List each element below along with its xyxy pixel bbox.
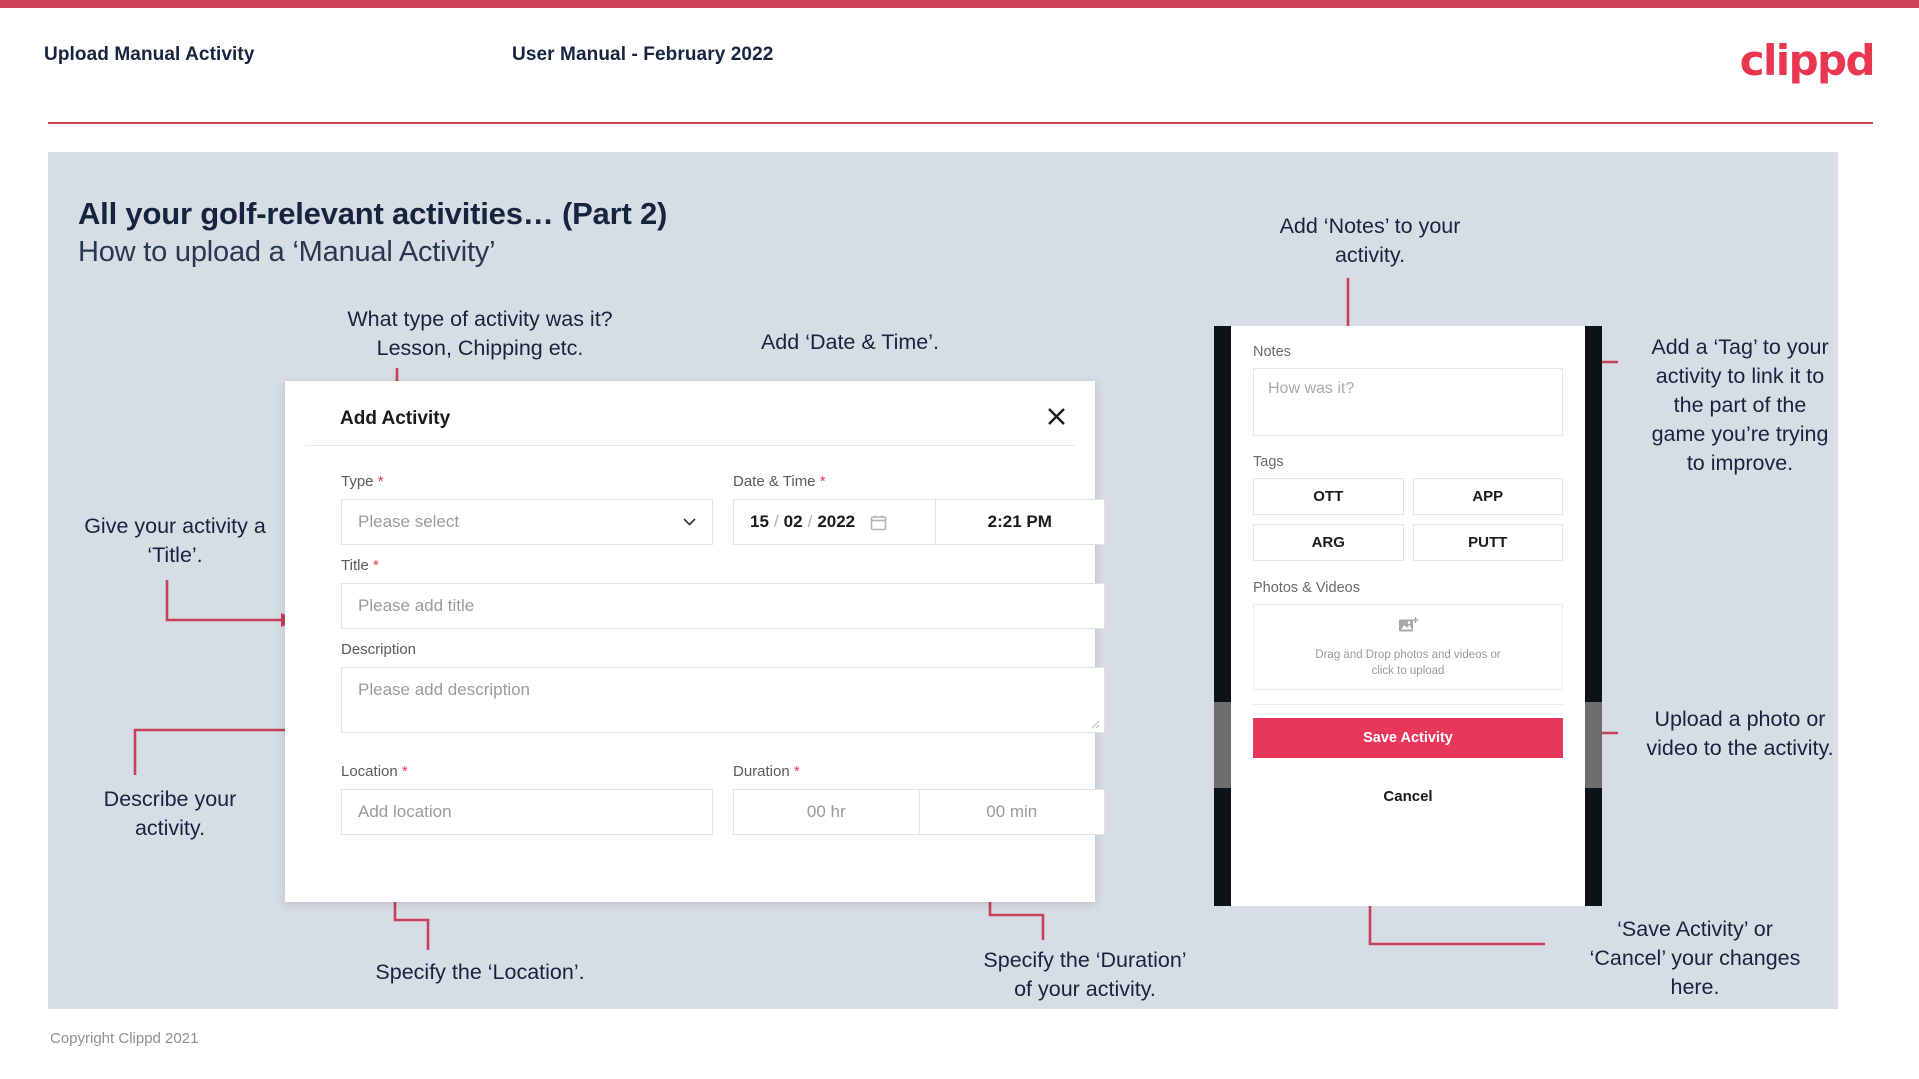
page-subtitle: How to upload a ‘Manual Activity’ bbox=[78, 236, 496, 268]
field-datetime: Date & Time * 15 / 02 / 2022 2:21 PM bbox=[733, 473, 1105, 545]
annotation-datetime: Add ‘Date & Time’. bbox=[760, 330, 940, 354]
location-label: Location * bbox=[341, 763, 713, 780]
date-month: 02 bbox=[783, 512, 803, 531]
type-label-text: Type bbox=[341, 473, 374, 490]
type-label: Type * bbox=[341, 473, 713, 490]
duration-group: 00 hr 00 min bbox=[733, 789, 1105, 835]
annotation-upload: Upload a photo or video to the activity. bbox=[1646, 707, 1834, 760]
photos-videos-label: Photos & Videos bbox=[1253, 580, 1360, 596]
description-label: Description bbox=[341, 641, 417, 658]
cancel-button[interactable]: Cancel bbox=[1253, 776, 1563, 816]
field-description: Description Please add description bbox=[341, 641, 1105, 733]
calendar-icon[interactable] bbox=[870, 514, 887, 531]
annotation-location: Specify the ‘Location’. bbox=[375, 960, 585, 984]
dropzone-line-1: Drag and Drop photos and videos or bbox=[1315, 648, 1501, 661]
header-left-title: Upload Manual Activity bbox=[44, 44, 255, 65]
tags-label: Tags bbox=[1253, 454, 1284, 470]
notes-placeholder: How was it? bbox=[1268, 380, 1355, 397]
annotation-tags: Add a ‘Tag’ to your activity to link it t… bbox=[1651, 335, 1829, 475]
annotation-description: Describe your activity. bbox=[103, 787, 237, 840]
dialog-divider bbox=[305, 445, 1075, 446]
duration-required-asterisk: * bbox=[793, 763, 800, 780]
annotation-title: Give your activity a ‘Title’. bbox=[84, 514, 266, 567]
field-location: Location * Add location bbox=[341, 763, 713, 835]
tag-button-putt[interactable]: PUTT bbox=[1412, 524, 1563, 561]
clippd-logo: clippd bbox=[1739, 36, 1876, 85]
description-placeholder: Please add description bbox=[358, 680, 531, 699]
datetime-group: 15 / 02 / 2022 2:21 PM bbox=[733, 499, 1105, 545]
time-input[interactable]: 2:21 PM bbox=[936, 500, 1105, 544]
annotation-type: What type of activity was it? Lesson, Chi… bbox=[347, 307, 613, 360]
header-center-title: User Manual - February 2022 bbox=[512, 44, 774, 65]
datetime-required-asterisk: * bbox=[819, 473, 826, 490]
field-title: Title * Please add title bbox=[341, 557, 1105, 629]
close-glyph bbox=[1047, 407, 1065, 425]
save-activity-button[interactable]: Save Activity bbox=[1253, 718, 1563, 758]
title-required-asterisk: * bbox=[372, 557, 379, 574]
duration-minutes-input[interactable]: 00 min bbox=[920, 790, 1105, 834]
location-placeholder: Add location bbox=[358, 802, 452, 821]
datetime-label-text: Date & Time bbox=[733, 473, 816, 490]
phone-bezel-left bbox=[1214, 326, 1231, 906]
location-required-asterisk: * bbox=[401, 763, 408, 780]
type-required-asterisk: * bbox=[377, 473, 384, 490]
top-accent-stripe bbox=[0, 0, 1919, 8]
close-icon[interactable] bbox=[1039, 399, 1073, 433]
datetime-label: Date & Time * bbox=[733, 473, 1105, 490]
location-input[interactable]: Add location bbox=[341, 789, 713, 835]
date-sep-2: / bbox=[807, 512, 813, 531]
add-image-icon bbox=[1398, 616, 1419, 640]
location-label-text: Location bbox=[341, 763, 398, 780]
title-placeholder: Please add title bbox=[358, 596, 475, 615]
date-input[interactable]: 15 / 02 / 2022 bbox=[734, 500, 936, 544]
phone-side-button-left bbox=[1214, 702, 1231, 788]
duration-label: Duration * bbox=[733, 763, 1105, 780]
phone-side-button-right bbox=[1585, 702, 1602, 788]
dialog-title: Add Activity bbox=[340, 408, 451, 429]
annotation-duration: Specify the ‘Duration’ of your activity. bbox=[983, 948, 1187, 1001]
phone-screen: Notes How was it? Tags OTT APP ARG PUTT … bbox=[1231, 326, 1585, 906]
tags-grid: OTT APP ARG PUTT bbox=[1253, 478, 1563, 561]
duration-label-text: Duration bbox=[733, 763, 790, 780]
copyright-text: Copyright Clippd 2021 bbox=[50, 1030, 199, 1047]
add-activity-dialog: Add Activity Type * Please select Date &… bbox=[285, 381, 1105, 902]
photo-dropzone[interactable]: Drag and Drop photos and videos or click… bbox=[1253, 604, 1563, 690]
tag-button-arg[interactable]: ARG bbox=[1253, 524, 1404, 561]
slide-page: Upload Manual Activity User Manual - Feb… bbox=[0, 0, 1919, 1079]
dropzone-text: Drag and Drop photos and videos or click… bbox=[1315, 647, 1500, 679]
tag-button-ott[interactable]: OTT bbox=[1253, 478, 1404, 515]
title-input[interactable]: Please add title bbox=[341, 583, 1105, 629]
date-sep-1: / bbox=[773, 512, 779, 531]
phone-mockup: Notes How was it? Tags OTT APP ARG PUTT … bbox=[1214, 326, 1602, 906]
date-year: 2022 bbox=[817, 512, 856, 531]
annotation-save: ‘Save Activity’ or ‘Cancel’ your changes h… bbox=[1589, 917, 1801, 999]
title-label-text: Title bbox=[341, 557, 369, 574]
tag-button-app[interactable]: APP bbox=[1412, 478, 1563, 515]
resize-handle-icon[interactable] bbox=[1091, 720, 1101, 730]
date-day: 15 bbox=[750, 512, 769, 531]
title-label: Title * bbox=[341, 557, 1105, 574]
field-type: Type * Please select bbox=[341, 473, 713, 545]
page-title: All your golf-relevant activities… (Part… bbox=[78, 196, 668, 231]
notes-textarea[interactable]: How was it? bbox=[1253, 368, 1563, 436]
notes-label: Notes bbox=[1253, 344, 1291, 360]
chevron-down-icon bbox=[682, 515, 696, 529]
duration-hours-input[interactable]: 00 hr bbox=[734, 790, 920, 834]
type-placeholder: Please select bbox=[358, 512, 460, 531]
annotation-notes: Add ‘Notes’ to your activity. bbox=[1279, 214, 1461, 267]
header-divider bbox=[48, 122, 1873, 124]
description-textarea[interactable]: Please add description bbox=[341, 667, 1105, 733]
type-select[interactable]: Please select bbox=[341, 499, 713, 545]
field-duration: Duration * 00 hr 00 min bbox=[733, 763, 1105, 835]
phone-bezel-right bbox=[1585, 326, 1602, 906]
dropzone-line-2: click to upload bbox=[1371, 664, 1445, 677]
phone-divider bbox=[1253, 704, 1563, 705]
